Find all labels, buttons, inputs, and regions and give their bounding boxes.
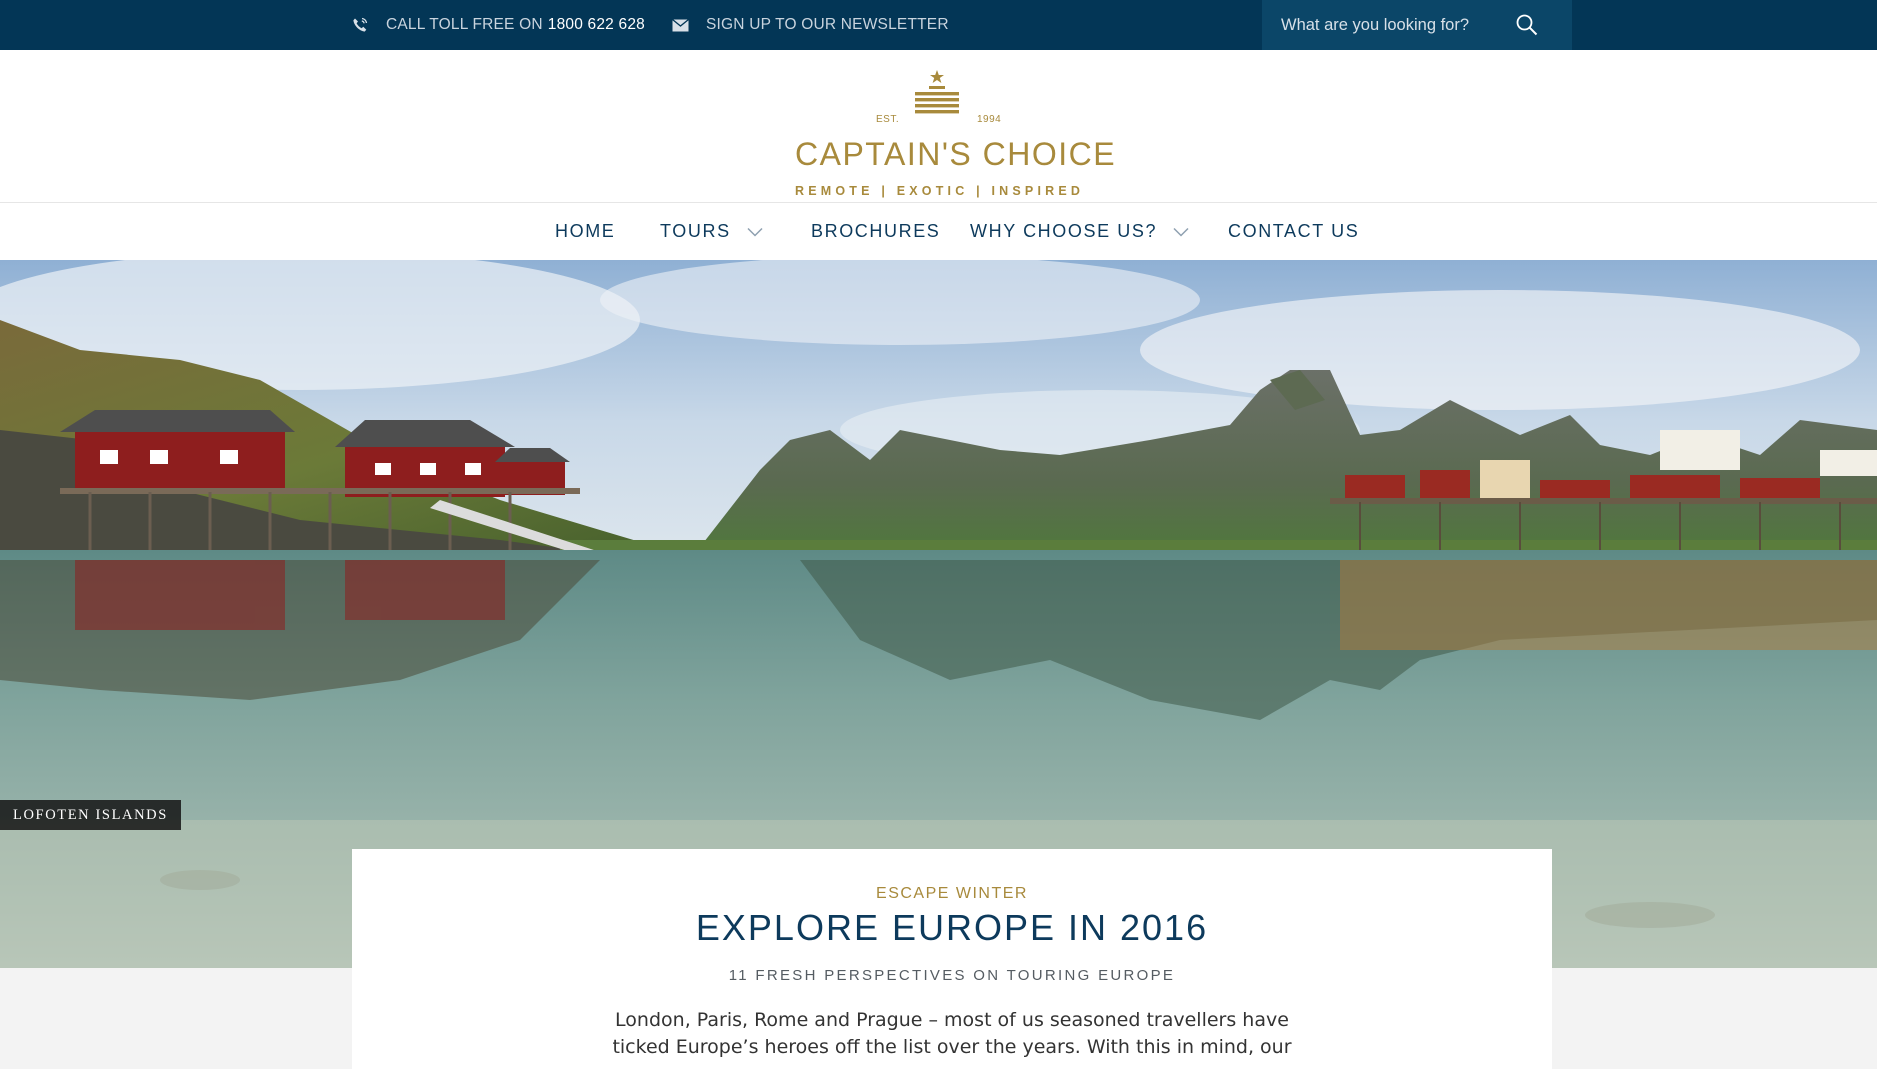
chevron-down-icon (1173, 227, 1189, 237)
logo-est: EST. (876, 114, 900, 125)
feature-body: London, Paris, Rome and Prague – most of… (612, 1009, 1292, 1058)
phone-icon (351, 16, 369, 34)
call-label: CALL TOLL FREE ON (386, 16, 543, 33)
search-input[interactable] (1262, 0, 1512, 50)
top-bar: CALL TOLL FREE ON 1800 622 628 SIGN UP T… (0, 0, 1877, 50)
logo-emblem (915, 70, 959, 114)
nav-item-tours[interactable]: TOURS (660, 203, 763, 260)
nav-item-label: CONTACT US (1228, 221, 1360, 241)
newsletter-label: SIGN UP TO OUR NEWSLETTER (706, 16, 949, 33)
main-nav: HOME TOURS BROCHURES WHY CHOOSE US? CONT… (0, 203, 1877, 260)
newsletter-signup-link[interactable]: SIGN UP TO OUR NEWSLETTER (671, 0, 949, 50)
nav-item-label: BROCHURES (811, 221, 941, 241)
search-box (1262, 0, 1572, 50)
phone-number[interactable]: 1800 622 628 (548, 16, 645, 34)
feature-kicker: ESCAPE WINTER (876, 885, 1028, 902)
feature-title: EXPLORE EUROPE IN 2016 (695, 907, 1209, 948)
nav-item-label: WHY CHOOSE US? (970, 221, 1158, 241)
feature-card: ESCAPE WINTER EXPLORE EUROPE IN 2016 11 … (352, 849, 1552, 1069)
logo-tagline: REMOTE | EXOTIC | INSPIRED (795, 184, 1085, 198)
nav-item-label: HOME (555, 221, 616, 241)
feature-subtitle: 11 FRESH PERSPECTIVES ON TOURING EUROPE (728, 967, 1176, 984)
captains-choice-logo[interactable]: EST. 1994 CAPTAIN'S CHOICE REMOTE | EXOT… (795, 68, 1117, 198)
nav-item-brochures[interactable]: BROCHURES (811, 203, 940, 260)
nav-item-home[interactable]: HOME (555, 203, 615, 260)
hero-location-caption: LOFOTEN ISLANDS (0, 800, 181, 830)
nav-item-label: TOURS (660, 221, 731, 241)
nav-item-why-choose-us[interactable]: WHY CHOOSE US? (970, 203, 1189, 260)
site-header: EST. 1994 CAPTAIN'S CHOICE REMOTE | EXOT… (0, 50, 1877, 203)
search-icon[interactable] (1515, 13, 1539, 37)
call-toll-free-link[interactable]: CALL TOLL FREE ON 1800 622 628 (351, 0, 645, 50)
envelope-icon (671, 16, 689, 34)
chevron-down-icon (747, 227, 763, 237)
nav-item-contact-us[interactable]: CONTACT US (1228, 203, 1359, 260)
logo-wordmark: CAPTAIN'S CHOICE (795, 136, 1117, 172)
logo-year: 1994 (977, 114, 1002, 125)
